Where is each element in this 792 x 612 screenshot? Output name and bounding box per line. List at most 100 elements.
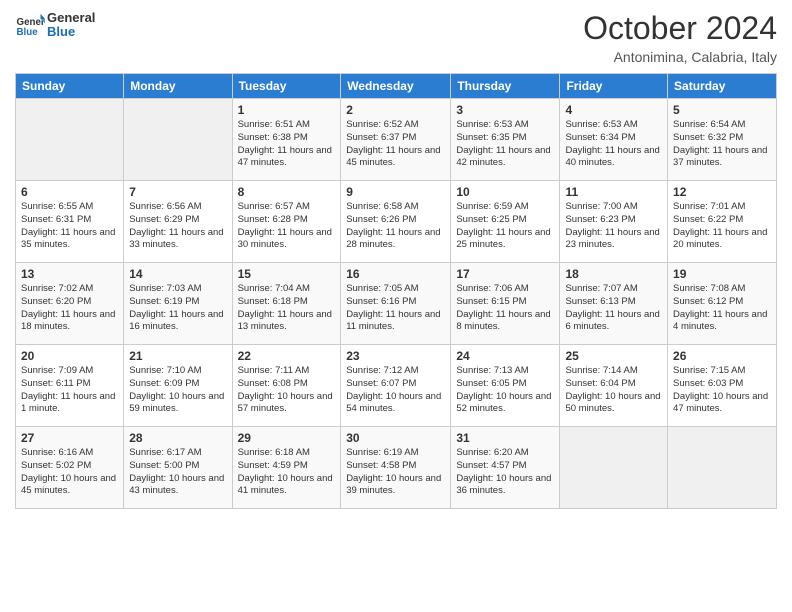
calendar-cell: 17 Sunrise: 7:06 AM Sunset: 6:15 PM Dayli… [451, 263, 560, 345]
day-number: 29 [238, 431, 336, 445]
day-info: Sunrise: 6:17 AM Sunset: 5:00 PM Dayligh… [129, 447, 226, 498]
day-number: 6 [21, 185, 118, 199]
calendar-cell: 9 Sunrise: 6:58 AM Sunset: 6:26 PM Daylig… [341, 181, 451, 263]
day-info: Sunrise: 7:02 AM Sunset: 6:20 PM Dayligh… [21, 283, 118, 334]
day-info: Sunrise: 6:58 AM Sunset: 6:26 PM Dayligh… [346, 201, 445, 252]
calendar-cell: 13 Sunrise: 7:02 AM Sunset: 6:20 PM Dayli… [16, 263, 124, 345]
calendar-cell: 28 Sunrise: 6:17 AM Sunset: 5:00 PM Dayli… [124, 427, 232, 509]
calendar-cell: 19 Sunrise: 7:08 AM Sunset: 6:12 PM Dayli… [668, 263, 777, 345]
day-info: Sunrise: 7:05 AM Sunset: 6:16 PM Dayligh… [346, 283, 445, 334]
day-number: 4 [565, 103, 662, 117]
day-info: Sunrise: 7:09 AM Sunset: 6:11 PM Dayligh… [21, 365, 118, 416]
day-info: Sunrise: 6:16 AM Sunset: 5:02 PM Dayligh… [21, 447, 118, 498]
calendar-cell: 2Sunrise: 6:52 AM Sunset: 6:37 PM Daylig… [341, 99, 451, 181]
day-number: 13 [21, 267, 118, 281]
day-number: 7 [129, 185, 226, 199]
day-number: 28 [129, 431, 226, 445]
day-number: 18 [565, 267, 662, 281]
weekday-header: Wednesday [341, 74, 451, 99]
day-info: Sunrise: 7:13 AM Sunset: 6:05 PM Dayligh… [456, 365, 554, 416]
day-number: 24 [456, 349, 554, 363]
day-info: Sunrise: 7:07 AM Sunset: 6:13 PM Dayligh… [565, 283, 662, 334]
calendar-cell: 21Sunrise: 7:10 AM Sunset: 6:09 PM Dayli… [124, 345, 232, 427]
weekday-header: Saturday [668, 74, 777, 99]
svg-text:Blue: Blue [17, 27, 39, 38]
day-info: Sunrise: 7:11 AM Sunset: 6:08 PM Dayligh… [238, 365, 336, 416]
day-info: Sunrise: 6:54 AM Sunset: 6:32 PM Dayligh… [673, 119, 771, 170]
day-info: Sunrise: 6:53 AM Sunset: 6:35 PM Dayligh… [456, 119, 554, 170]
day-info: Sunrise: 7:04 AM Sunset: 6:18 PM Dayligh… [238, 283, 336, 334]
calendar-cell [560, 427, 668, 509]
calendar-week-row: 6 Sunrise: 6:55 AM Sunset: 6:31 PM Daylig… [16, 181, 777, 263]
calendar-cell: 10Sunrise: 6:59 AM Sunset: 6:25 PM Dayli… [451, 181, 560, 263]
location: Antonimina, Calabria, Italy [583, 49, 777, 65]
day-number: 1 [238, 103, 336, 117]
weekday-header: Friday [560, 74, 668, 99]
calendar: SundayMondayTuesdayWednesdayThursdayFrid… [15, 73, 777, 509]
day-info: Sunrise: 7:03 AM Sunset: 6:19 PM Dayligh… [129, 283, 226, 334]
day-number: 31 [456, 431, 554, 445]
day-info: Sunrise: 6:55 AM Sunset: 6:31 PM Dayligh… [21, 201, 118, 252]
calendar-cell: 27Sunrise: 6:16 AM Sunset: 5:02 PM Dayli… [16, 427, 124, 509]
day-number: 14 [129, 267, 226, 281]
day-number: 25 [565, 349, 662, 363]
calendar-header-row: SundayMondayTuesdayWednesdayThursdayFrid… [16, 74, 777, 99]
day-number: 9 [346, 185, 445, 199]
calendar-cell [16, 99, 124, 181]
day-info: Sunrise: 7:08 AM Sunset: 6:12 PM Dayligh… [673, 283, 771, 334]
calendar-cell [124, 99, 232, 181]
day-number: 23 [346, 349, 445, 363]
day-info: Sunrise: 6:52 AM Sunset: 6:37 PM Dayligh… [346, 119, 445, 170]
calendar-cell: 1 Sunrise: 6:51 AM Sunset: 6:38 PM Daylig… [232, 99, 341, 181]
day-info: Sunrise: 7:01 AM Sunset: 6:22 PM Dayligh… [673, 201, 771, 252]
calendar-cell: 11Sunrise: 7:00 AM Sunset: 6:23 PM Dayli… [560, 181, 668, 263]
calendar-cell: 22 Sunrise: 7:11 AM Sunset: 6:08 PM Dayli… [232, 345, 341, 427]
day-info: Sunrise: 7:14 AM Sunset: 6:04 PM Dayligh… [565, 365, 662, 416]
weekday-header: Monday [124, 74, 232, 99]
calendar-cell: 23 Sunrise: 7:12 AM Sunset: 6:07 PM Dayli… [341, 345, 451, 427]
day-info: Sunrise: 6:51 AM Sunset: 6:38 PM Dayligh… [238, 119, 336, 170]
day-number: 19 [673, 267, 771, 281]
calendar-cell: 5Sunrise: 6:54 AM Sunset: 6:32 PM Daylig… [668, 99, 777, 181]
calendar-week-row: 20Sunrise: 7:09 AM Sunset: 6:11 PM Dayli… [16, 345, 777, 427]
logo-general: General [47, 11, 95, 25]
day-number: 22 [238, 349, 336, 363]
day-number: 26 [673, 349, 771, 363]
day-info: Sunrise: 7:06 AM Sunset: 6:15 PM Dayligh… [456, 283, 554, 334]
day-info: Sunrise: 7:10 AM Sunset: 6:09 PM Dayligh… [129, 365, 226, 416]
calendar-cell: 6 Sunrise: 6:55 AM Sunset: 6:31 PM Daylig… [16, 181, 124, 263]
weekday-header: Tuesday [232, 74, 341, 99]
calendar-cell: 31 Sunrise: 6:20 AM Sunset: 4:57 PM Dayli… [451, 427, 560, 509]
weekday-header: Thursday [451, 74, 560, 99]
day-info: Sunrise: 7:00 AM Sunset: 6:23 PM Dayligh… [565, 201, 662, 252]
calendar-cell: 20Sunrise: 7:09 AM Sunset: 6:11 PM Dayli… [16, 345, 124, 427]
logo: General Blue General Blue [15, 10, 95, 40]
weekday-header: Sunday [16, 74, 124, 99]
calendar-cell: 24 Sunrise: 7:13 AM Sunset: 6:05 PM Dayli… [451, 345, 560, 427]
calendar-week-row: 1 Sunrise: 6:51 AM Sunset: 6:38 PM Daylig… [16, 99, 777, 181]
calendar-cell: 8 Sunrise: 6:57 AM Sunset: 6:28 PM Daylig… [232, 181, 341, 263]
calendar-week-row: 13 Sunrise: 7:02 AM Sunset: 6:20 PM Dayli… [16, 263, 777, 345]
calendar-cell: 7 Sunrise: 6:56 AM Sunset: 6:29 PM Daylig… [124, 181, 232, 263]
day-number: 8 [238, 185, 336, 199]
day-info: Sunrise: 6:19 AM Sunset: 4:58 PM Dayligh… [346, 447, 445, 498]
calendar-cell: 12Sunrise: 7:01 AM Sunset: 6:22 PM Dayli… [668, 181, 777, 263]
day-number: 17 [456, 267, 554, 281]
day-number: 3 [456, 103, 554, 117]
calendar-cell: 4Sunrise: 6:53 AM Sunset: 6:34 PM Daylig… [560, 99, 668, 181]
calendar-week-row: 27Sunrise: 6:16 AM Sunset: 5:02 PM Dayli… [16, 427, 777, 509]
calendar-cell [668, 427, 777, 509]
day-info: Sunrise: 6:56 AM Sunset: 6:29 PM Dayligh… [129, 201, 226, 252]
day-info: Sunrise: 6:20 AM Sunset: 4:57 PM Dayligh… [456, 447, 554, 498]
calendar-cell: 14 Sunrise: 7:03 AM Sunset: 6:19 PM Dayli… [124, 263, 232, 345]
calendar-cell: 25 Sunrise: 7:14 AM Sunset: 6:04 PM Dayli… [560, 345, 668, 427]
day-info: Sunrise: 6:18 AM Sunset: 4:59 PM Dayligh… [238, 447, 336, 498]
day-info: Sunrise: 7:12 AM Sunset: 6:07 PM Dayligh… [346, 365, 445, 416]
day-info: Sunrise: 6:57 AM Sunset: 6:28 PM Dayligh… [238, 201, 336, 252]
calendar-cell: 29 Sunrise: 6:18 AM Sunset: 4:59 PM Dayli… [232, 427, 341, 509]
day-info: Sunrise: 7:15 AM Sunset: 6:03 PM Dayligh… [673, 365, 771, 416]
day-info: Sunrise: 6:59 AM Sunset: 6:25 PM Dayligh… [456, 201, 554, 252]
calendar-cell: 16Sunrise: 7:05 AM Sunset: 6:16 PM Dayli… [341, 263, 451, 345]
day-number: 15 [238, 267, 336, 281]
logo-icon: General Blue [15, 10, 45, 40]
